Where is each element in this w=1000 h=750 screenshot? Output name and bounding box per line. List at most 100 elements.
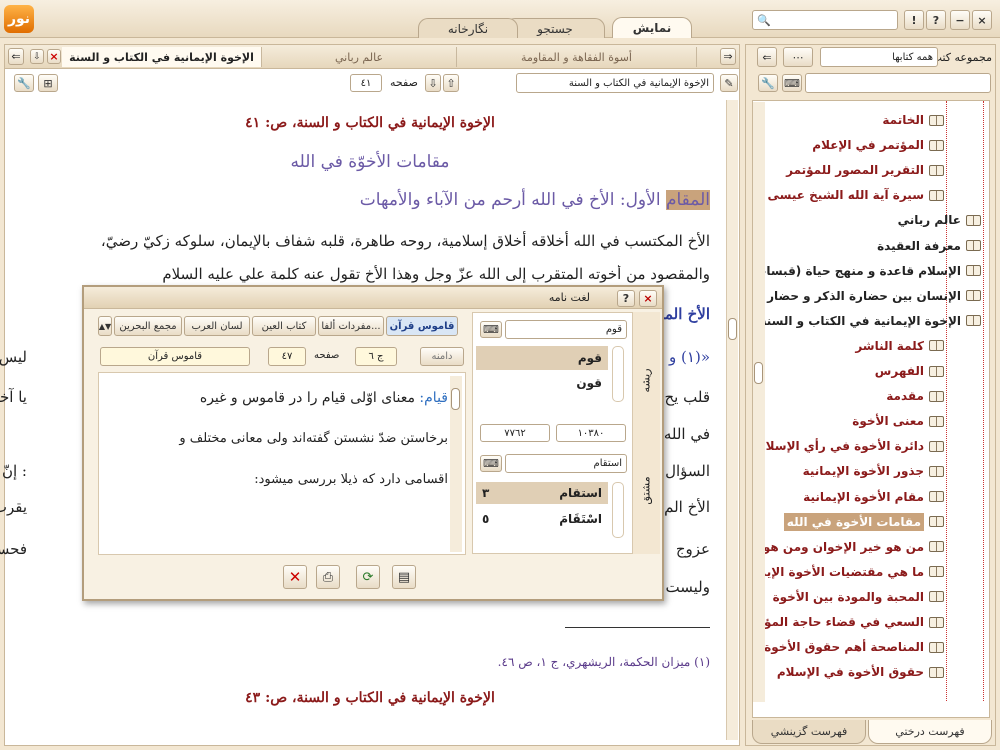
doc-tab-close-button[interactable]: × — [47, 49, 61, 64]
dict-scope-button[interactable]: دامنه — [420, 347, 464, 366]
tree-item[interactable]: من هو خير الإخوان ومن هو شر — [752, 536, 944, 558]
doc-tab-down-button[interactable]: ⇩ — [30, 49, 44, 64]
doc-tabs-left-arrow[interactable]: ⇐ — [8, 48, 24, 65]
eraser-icon[interactable]: ✎ — [720, 74, 738, 92]
doc-tab-uswa[interactable]: أسوة الفقاهة و المقاومة — [457, 47, 697, 67]
book-title-field[interactable]: الإخوة الإيمانية في الكتاب و السنة — [516, 73, 714, 93]
dict-tab-ain[interactable]: كتاب العين — [252, 316, 316, 336]
tree-item[interactable]: مقام الأخوة الإيمانية — [803, 486, 944, 508]
tree-item[interactable]: حقوق الأخوة في الإسلام — [777, 661, 944, 683]
derived-result-2[interactable]: ٥ اسْتَقَامَ — [476, 508, 608, 530]
tab-display[interactable]: نمايش — [612, 17, 692, 38]
collections-more-button[interactable]: ⋯ — [783, 47, 813, 67]
tree-item-label: الخاتمة — [882, 113, 924, 127]
close-button[interactable]: × — [972, 10, 992, 30]
tree-item[interactable]: دائرة الأخوة في رأي الإسلام — [757, 435, 944, 457]
dict-tab-scroll[interactable]: ▲▼ — [98, 316, 112, 336]
tree-item[interactable]: السعي في قضاء حاجة المؤمن — [753, 611, 944, 633]
dict-tab-lisan[interactable]: لسان العرب — [184, 316, 250, 336]
root-keyboard-icon[interactable]: ⌨ — [480, 321, 502, 338]
sidebar-back-arrow[interactable]: ⇐ — [757, 47, 777, 67]
tree-item-label: الإنسان بين حضارة الذكر و حضار — [767, 288, 961, 303]
content-scrollbar[interactable] — [726, 100, 738, 740]
doc-tabs-right-arrow[interactable]: ⇒ — [720, 48, 736, 65]
derived-list-scrollbar[interactable] — [612, 482, 624, 538]
tree-item[interactable]: ما هي مقتضيات الأخوة الإيمانية — [753, 561, 944, 583]
tree-item[interactable]: الإنسان بين حضارة الذكر و حضار — [767, 285, 981, 307]
derived-search-input[interactable]: استقام — [505, 454, 627, 473]
minimize-button[interactable]: − — [950, 10, 970, 30]
tree-item-label: من هو خير الإخوان ومن هو شر — [752, 539, 924, 554]
page-arrow-down[interactable]: ⇩ — [425, 74, 441, 92]
book-icon — [966, 290, 981, 302]
tree-item[interactable]: المناصحة أهم حقوق الأخوة الإ — [753, 636, 944, 658]
doc-tab-alim-rabbani[interactable]: عالم رباني — [262, 47, 457, 67]
page-label: صفحه — [390, 76, 418, 89]
dialog-help-button[interactable]: ? — [617, 290, 635, 307]
tree-item[interactable]: مقدمة — [886, 385, 944, 407]
root-list-scrollbar[interactable] — [612, 346, 624, 402]
dict-tab-mufradat[interactable]: مفردات ألفا... — [318, 316, 384, 336]
root-search-input[interactable]: قوم — [505, 320, 627, 339]
content-line-5b: ليس من — [0, 348, 27, 366]
tree-panel: الخاتمة المؤتمر في الإعلام التقرير المصور … — [752, 100, 990, 718]
content-line-9b: يقرب لله — [0, 498, 27, 516]
tab-tree-index[interactable]: فهرست درختي — [868, 720, 992, 744]
about-button[interactable]: ! — [904, 10, 924, 30]
tree-item-label: المؤتمر في الإعلام — [812, 138, 924, 153]
tree-item[interactable]: المحبة والمودة بين الأخوة — [773, 586, 944, 608]
dict-tab-quran[interactable]: قاموس قرآن — [386, 316, 458, 336]
book-icon — [929, 516, 944, 528]
print-icon[interactable]: ⎙ — [316, 565, 340, 589]
tree-scrollbar[interactable] — [753, 102, 765, 702]
tree-item[interactable]: الإسلام قاعدة و منهج حياة (قبسات — [754, 260, 981, 282]
dialog-close-button[interactable]: × — [639, 290, 657, 307]
tree-scroll-thumb[interactable] — [754, 362, 763, 384]
dict-tab-majma[interactable]: مجمع البحرين — [114, 316, 182, 336]
export-icon[interactable]: ⟳ — [356, 565, 380, 589]
tree-item[interactable]: مقامات الأخوة في الله — [783, 511, 944, 533]
tree-item[interactable]: معرفة العقيدة — [877, 235, 981, 257]
notes-icon[interactable]: ▤ — [392, 565, 416, 589]
content-scroll-thumb[interactable] — [728, 318, 737, 340]
derived-result-1[interactable]: ٣ استقام — [476, 482, 608, 504]
tab-gallery[interactable]: نگارخانه — [418, 18, 518, 38]
vtab-derived[interactable]: مشتق — [634, 460, 658, 520]
tree-item[interactable]: سيرة آية الله الشيخ عيسى أح — [753, 184, 944, 206]
content-line-6b: يا آخيته — [0, 388, 27, 406]
keyboard-icon[interactable]: ⌨ — [782, 74, 802, 92]
collections-select[interactable]: همه كتابها — [820, 47, 938, 67]
global-search-input[interactable]: 🔍 — [752, 10, 898, 30]
tree-item[interactable]: الإخوة الإيمانية في الكتاب و السنة — [759, 310, 981, 332]
doc-tab-brotherhood[interactable]: الإخوة الإيمانية في الكتاب و السنة — [62, 47, 262, 67]
tab-search[interactable]: جستجو — [505, 18, 605, 38]
tree-item[interactable]: جذور الأخوة الإيمانية — [803, 460, 944, 482]
tab-selective-index[interactable]: فهرست گزينشي — [752, 720, 866, 744]
book-icon — [929, 415, 944, 427]
tree-item[interactable]: الخاتمة — [882, 109, 944, 131]
tree-item-label: عالم رباني — [897, 213, 961, 228]
content-line-2: الأخ المكتسب في الله أخلاقه أخلاق إسلامي… — [100, 232, 710, 250]
page-arrow-up[interactable]: ⇧ — [443, 74, 459, 92]
tree-item[interactable]: عالم رباني — [898, 209, 981, 231]
tree-item[interactable]: المؤتمر في الإعلام — [812, 134, 944, 156]
dialog-cancel-button[interactable]: ✕ — [283, 565, 307, 589]
book-icon — [966, 265, 981, 277]
definition-scrollbar[interactable] — [450, 376, 462, 552]
vtab-root[interactable]: ريشه — [634, 350, 658, 410]
page-number-input[interactable]: ٤١ — [350, 74, 382, 92]
tree-item-label: التقرير المصور للمؤتمر — [786, 163, 924, 178]
tree-item[interactable]: كلمة الناشر — [855, 335, 944, 357]
tree-item[interactable]: التقرير المصور للمؤتمر — [786, 159, 944, 181]
tree-item[interactable]: الفهرس — [875, 360, 944, 382]
tree-item[interactable]: معنى الأخوة — [852, 410, 944, 432]
derived-keyboard-icon[interactable]: ⌨ — [480, 455, 502, 472]
tools-icon[interactable]: 🔧 — [14, 74, 34, 92]
help-button[interactable]: ? — [926, 10, 946, 30]
grid-icon[interactable]: ⊞ — [38, 74, 58, 92]
sidebar-tools-icon[interactable]: 🔧 — [758, 74, 778, 92]
root-result-1[interactable]: قوم — [476, 346, 608, 370]
tree-item-label: مقام الأخوة الإيمانية — [803, 489, 924, 504]
root-result-2[interactable]: قون — [476, 372, 608, 394]
tree-search-input[interactable] — [805, 73, 991, 93]
